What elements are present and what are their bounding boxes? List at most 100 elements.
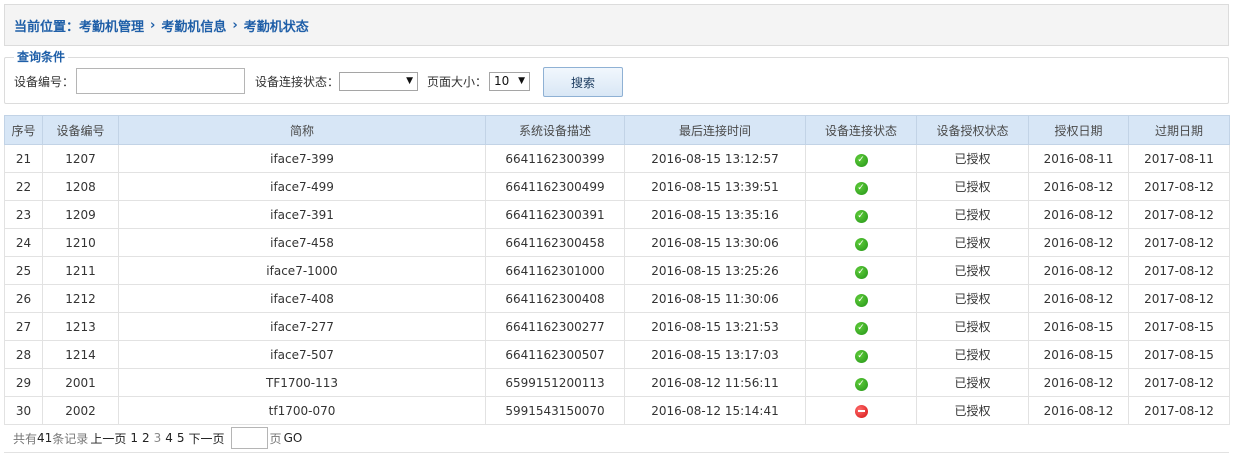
cell-auth-date: 2016-08-12 bbox=[1028, 172, 1129, 201]
table-row[interactable]: 23 1209 iface7-391 6641162300391 2016-08-15 … bbox=[4, 200, 1230, 229]
cell-seq: 25 bbox=[4, 256, 43, 285]
column-header-auth-status[interactable]: 设备授权状态 bbox=[916, 115, 1029, 145]
search-button[interactable]: 搜索 bbox=[543, 67, 623, 97]
connected-check-icon: ✓ bbox=[854, 321, 868, 335]
cell-device-no: 2001 bbox=[42, 368, 119, 397]
column-header-auth-date[interactable]: 授权日期 bbox=[1028, 115, 1129, 145]
breadcrumb: 当前位置： 考勤机管理 › 考勤机信息 › 考勤机状态 bbox=[4, 4, 1229, 46]
cell-last-conn: 2016-08-15 11:30:06 bbox=[624, 284, 806, 313]
cell-auth-status: 已授权 bbox=[916, 228, 1029, 257]
chevron-right-icon: › bbox=[232, 17, 238, 33]
cell-seq: 28 bbox=[4, 340, 43, 369]
cell-desc: 6599151200113 bbox=[485, 368, 625, 397]
page-link[interactable]: 1 bbox=[130, 431, 138, 445]
cell-conn-status: ✓ bbox=[805, 172, 917, 201]
cell-device-no: 1214 bbox=[42, 340, 119, 369]
cell-expire-date: 2017-08-15 bbox=[1128, 312, 1230, 341]
column-header-conn-status[interactable]: 设备连接状态 bbox=[805, 115, 917, 145]
table-row[interactable]: 27 1213 iface7-277 6641162300277 2016-08-15 … bbox=[4, 312, 1230, 341]
cell-auth-date: 2016-08-12 bbox=[1028, 284, 1129, 313]
cell-desc: 5991543150070 bbox=[485, 396, 625, 425]
table-body: 21 1207 iface7-399 6641162300399 2016-08-15 … bbox=[4, 144, 1230, 425]
pagination: 共有 41 条记录 上一页 12345 下一页 页 GO bbox=[13, 427, 304, 449]
cell-device-no: 1209 bbox=[42, 200, 119, 229]
cell-auth-date: 2016-08-11 bbox=[1028, 144, 1129, 173]
cell-expire-date: 2017-08-15 bbox=[1128, 340, 1230, 369]
table-row[interactable]: 22 1208 iface7-499 6641162300499 2016-08-15 … bbox=[4, 172, 1230, 201]
cell-conn-status: ✓ bbox=[805, 144, 917, 173]
cell-expire-date: 2017-08-11 bbox=[1128, 144, 1230, 173]
cell-name: tf1700-070 bbox=[118, 396, 486, 425]
cell-auth-status: 已授权 bbox=[916, 312, 1029, 341]
total-prefix: 共有 bbox=[13, 431, 38, 446]
cell-name: iface7-458 bbox=[118, 228, 486, 257]
column-header-desc[interactable]: 系统设备描述 bbox=[485, 115, 625, 145]
table-row[interactable]: 28 1214 iface7-507 6641162300507 2016-08-15 … bbox=[4, 340, 1230, 369]
device-no-input[interactable] bbox=[76, 68, 246, 94]
cell-auth-date: 2016-08-15 bbox=[1028, 312, 1129, 341]
breadcrumb-prefix: 当前位置： bbox=[14, 19, 80, 35]
device-status-table: 序号 设备编号 简称 系统设备描述 最后连接时间 设备连接状态 设备授权状态 授… bbox=[4, 115, 1230, 425]
disconnected-stop-icon bbox=[854, 404, 868, 418]
cell-last-conn: 2016-08-15 13:39:51 bbox=[624, 172, 806, 201]
total-count: 41 bbox=[37, 431, 53, 445]
table-row[interactable]: 24 1210 iface7-458 6641162300458 2016-08-15 … bbox=[4, 228, 1230, 257]
column-header-last-conn[interactable]: 最后连接时间 bbox=[624, 115, 806, 145]
page-link[interactable]: 4 bbox=[165, 431, 173, 445]
query-panel: 查询条件 设备编号： 设备连接状态： ▼ 页面大小： 10 ▼ 搜索 bbox=[4, 51, 1229, 104]
cell-seq: 29 bbox=[4, 368, 43, 397]
cell-desc: 6641162300408 bbox=[485, 284, 625, 313]
status-select[interactable]: ▼ bbox=[339, 71, 419, 91]
cell-desc: 6641162300507 bbox=[485, 340, 625, 369]
connected-check-icon: ✓ bbox=[854, 153, 868, 167]
cell-conn-status: ✓ bbox=[805, 228, 917, 257]
cell-name: iface7-499 bbox=[118, 172, 486, 201]
query-row: 设备编号： 设备连接状态： ▼ 页面大小： 10 ▼ bbox=[14, 68, 531, 94]
cell-name: iface7-1000 bbox=[118, 256, 486, 285]
column-header-expire-date[interactable]: 过期日期 bbox=[1128, 115, 1230, 145]
cell-device-no: 2002 bbox=[42, 396, 119, 425]
column-header-seq[interactable]: 序号 bbox=[4, 115, 43, 145]
next-page-link[interactable]: 下一页 bbox=[189, 430, 225, 447]
cell-desc: 6641162300499 bbox=[485, 172, 625, 201]
table-row[interactable]: 26 1212 iface7-408 6641162300408 2016-08-15 … bbox=[4, 284, 1230, 313]
cell-expire-date: 2017-08-12 bbox=[1128, 228, 1230, 257]
page-link[interactable]: 5 bbox=[177, 431, 185, 445]
cell-last-conn: 2016-08-15 13:35:16 bbox=[624, 200, 806, 229]
cell-device-no: 1208 bbox=[42, 172, 119, 201]
page-number-input[interactable] bbox=[230, 427, 268, 449]
page-link[interactable]: 2 bbox=[142, 431, 150, 445]
cell-desc: 6641162300458 bbox=[485, 228, 625, 257]
device-no-label: 设备编号： bbox=[14, 74, 75, 89]
cell-auth-status: 已授权 bbox=[916, 284, 1029, 313]
table-row[interactable]: 29 2001 TF1700-113 6599151200113 2016-08-12 … bbox=[4, 368, 1230, 397]
column-header-name[interactable]: 简称 bbox=[118, 115, 486, 145]
page-size-select[interactable]: 10 ▼ bbox=[489, 71, 531, 91]
breadcrumb-item[interactable]: 考勤机信息 bbox=[161, 16, 226, 35]
connected-check-icon: ✓ bbox=[854, 293, 868, 307]
cell-seq: 22 bbox=[4, 172, 43, 201]
cell-desc: 6641162301000 bbox=[485, 256, 625, 285]
cell-desc: 6641162300399 bbox=[485, 144, 625, 173]
table-row[interactable]: 21 1207 iface7-399 6641162300399 2016-08-15 … bbox=[4, 144, 1230, 173]
prev-page-link[interactable]: 上一页 bbox=[90, 430, 126, 447]
cell-device-no: 1212 bbox=[42, 284, 119, 313]
cell-seq: 26 bbox=[4, 284, 43, 313]
breadcrumb-item[interactable]: 考勤机管理 bbox=[79, 16, 144, 35]
chevron-down-icon: ▼ bbox=[406, 76, 414, 86]
connected-check-icon: ✓ bbox=[854, 349, 868, 363]
column-header-device-no[interactable]: 设备编号 bbox=[42, 115, 119, 145]
table-row[interactable]: 30 2002 tf1700-070 5991543150070 2016-08-12 … bbox=[4, 396, 1230, 425]
chevron-down-icon: ▼ bbox=[518, 76, 526, 86]
cell-auth-status: 已授权 bbox=[916, 172, 1029, 201]
cell-desc: 6641162300277 bbox=[485, 312, 625, 341]
go-button[interactable]: GO bbox=[284, 431, 303, 445]
cell-conn-status: ✓ bbox=[805, 340, 917, 369]
connected-check-icon: ✓ bbox=[854, 377, 868, 391]
divider bbox=[4, 452, 1229, 453]
cell-auth-status: 已授权 bbox=[916, 200, 1029, 229]
cell-last-conn: 2016-08-15 13:30:06 bbox=[624, 228, 806, 257]
cell-name: iface7-399 bbox=[118, 144, 486, 173]
table-row[interactable]: 25 1211 iface7-1000 6641162301000 2016-08-15… bbox=[4, 256, 1230, 285]
cell-conn-status: ✓ bbox=[805, 284, 917, 313]
